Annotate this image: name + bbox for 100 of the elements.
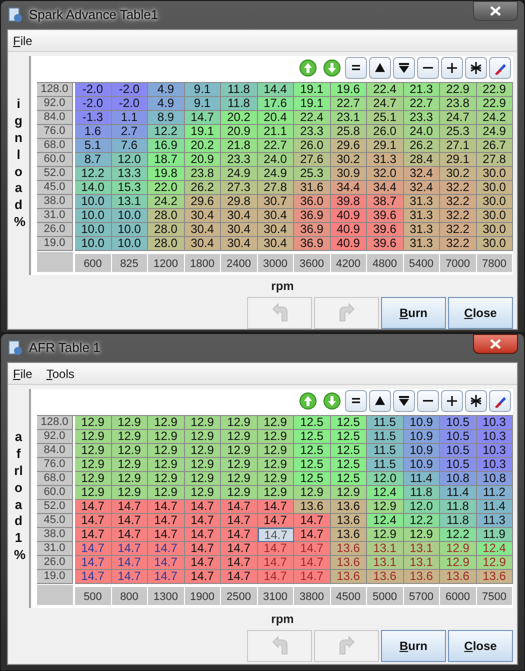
table-cell[interactable]: 29.1 <box>367 139 404 153</box>
table-cell[interactable]: 14.7 <box>148 500 184 514</box>
table-cell[interactable]: 12.9 <box>184 430 221 444</box>
table-cell[interactable]: 24.0 <box>258 153 294 167</box>
table-cell[interactable]: 31.3 <box>367 153 404 167</box>
table-cell[interactable]: 10.3 <box>476 430 513 444</box>
table-cell[interactable]: 13.6 <box>476 570 513 584</box>
table-cell[interactable]: 29.6 <box>330 139 367 153</box>
table-cell[interactable]: 14.7 <box>184 514 221 528</box>
table-cell[interactable]: 12.0 <box>367 472 404 486</box>
table-cell[interactable]: 17.6 <box>258 97 294 111</box>
table-cell[interactable]: 14.7 <box>184 500 221 514</box>
table-cell[interactable]: 12.9 <box>404 528 440 542</box>
table-cell[interactable]: 14.7 <box>148 514 184 528</box>
table-cell[interactable]: 24.2 <box>476 111 513 125</box>
table-cell[interactable]: 12.9 <box>148 430 184 444</box>
table-cell[interactable]: 12.9 <box>184 444 221 458</box>
table-cell[interactable]: 10.8 <box>440 472 476 486</box>
table-cell[interactable]: 12.9 <box>440 556 476 570</box>
table-cell[interactable]: 27.8 <box>476 153 513 167</box>
table-cell[interactable]: 20.9 <box>184 153 221 167</box>
table-cell[interactable]: 11.2 <box>476 486 513 500</box>
asterisk-button[interactable] <box>465 57 487 79</box>
table-cell[interactable]: 10.9 <box>404 458 440 472</box>
table-cell[interactable]: 29.8 <box>221 195 258 209</box>
table-cell[interactable]: 13.1 <box>367 556 404 570</box>
table-cell[interactable]: 12.9 <box>112 444 148 458</box>
table-cell[interactable]: 30.0 <box>476 195 513 209</box>
table-cell[interactable]: 21.3 <box>404 83 440 97</box>
table-cell[interactable]: 12.9 <box>75 416 112 430</box>
table-cell[interactable]: 11.8 <box>440 500 476 514</box>
down-arrow-button[interactable] <box>321 57 343 79</box>
table-cell[interactable]: 14.7 <box>184 556 221 570</box>
table-cell[interactable]: 25.3 <box>440 125 476 139</box>
table-cell[interactable]: 31.3 <box>404 195 440 209</box>
table-cell[interactable]: 12.9 <box>75 458 112 472</box>
table-cell[interactable]: 9.1 <box>184 97 221 111</box>
table-cell[interactable]: 13.6 <box>330 570 367 584</box>
table-cell[interactable]: 13.1 <box>404 556 440 570</box>
table-cell[interactable]: 2.7 <box>112 125 148 139</box>
table-cell[interactable]: 30.4 <box>258 209 294 223</box>
table-cell[interactable]: 12.9 <box>258 486 294 500</box>
table-cell[interactable]: 22.4 <box>367 83 404 97</box>
table-cell[interactable]: 12.5 <box>294 458 330 472</box>
up-arrow-button[interactable] <box>297 57 319 79</box>
table-cell[interactable]: 12.9 <box>221 416 258 430</box>
table-cell[interactable]: 12.9 <box>75 486 112 500</box>
table-cell[interactable]: 30.7 <box>258 195 294 209</box>
table-cell[interactable]: 30.0 <box>476 209 513 223</box>
table-cell[interactable]: 39.6 <box>367 209 404 223</box>
close-button[interactable] <box>473 1 518 21</box>
table-cell[interactable]: 31.3 <box>404 223 440 237</box>
table-cell[interactable]: 14.7 <box>75 528 112 542</box>
table-cell[interactable]: 31.3 <box>404 209 440 223</box>
table-cell[interactable]: 19.1 <box>184 125 221 139</box>
table-cell[interactable]: 14.7 <box>112 556 148 570</box>
table-cell[interactable]: 12.9 <box>258 416 294 430</box>
table-cell[interactable]: 30.0 <box>476 237 513 251</box>
table-cell[interactable]: 30.4 <box>258 223 294 237</box>
table-cell[interactable]: 14.7 <box>148 570 184 584</box>
table-cell[interactable]: 32.2 <box>440 209 476 223</box>
minus-button[interactable] <box>417 390 439 412</box>
table-cell[interactable]: 23.3 <box>404 111 440 125</box>
table-cell[interactable]: 10.3 <box>476 416 513 430</box>
table-cell[interactable]: 13.6 <box>440 570 476 584</box>
table-cell[interactable]: 22.9 <box>476 83 513 97</box>
table-cell[interactable]: 22.7 <box>258 139 294 153</box>
table-cell[interactable]: 14.7 <box>75 556 112 570</box>
table-cell[interactable]: 12.9 <box>258 472 294 486</box>
triangle-up-button[interactable] <box>369 57 391 79</box>
table-cell[interactable]: 12.9 <box>75 472 112 486</box>
table-cell[interactable]: 13.6 <box>330 528 367 542</box>
table-cell[interactable]: 13.6 <box>294 500 330 514</box>
table-cell[interactable]: 12.9 <box>75 444 112 458</box>
table-cell[interactable]: 10.5 <box>440 444 476 458</box>
table-cell[interactable]: 23.8 <box>440 97 476 111</box>
up-arrow-button[interactable] <box>297 390 319 412</box>
table-cell[interactable]: 10.3 <box>476 458 513 472</box>
table-cell[interactable]: 10.0 <box>112 237 148 251</box>
table-cell[interactable]: 4.9 <box>148 97 184 111</box>
table-cell[interactable]: 28.0 <box>148 237 184 251</box>
table-cell[interactable]: 10.5 <box>440 416 476 430</box>
menu-item[interactable]: File <box>13 32 32 50</box>
minus-button[interactable] <box>417 57 439 79</box>
table-cell[interactable]: 36.9 <box>294 209 330 223</box>
table-cell[interactable]: 34.4 <box>330 181 367 195</box>
table-cell[interactable]: 20.2 <box>221 111 258 125</box>
table-cell[interactable]: 32.2 <box>440 181 476 195</box>
table-cell[interactable]: 1.6 <box>75 125 112 139</box>
table-cell[interactable]: 12.0 <box>404 500 440 514</box>
table-cell[interactable]: -2.0 <box>112 97 148 111</box>
table-cell[interactable]: 12.9 <box>184 486 221 500</box>
table-cell[interactable]: 27.1 <box>440 139 476 153</box>
table-cell[interactable]: 22.9 <box>476 97 513 111</box>
table-cell[interactable]: 30.2 <box>330 153 367 167</box>
table-cell[interactable]: 22.7 <box>330 97 367 111</box>
table-cell[interactable]: 11.8 <box>440 514 476 528</box>
menu-item[interactable]: Tools <box>46 364 74 382</box>
action-button[interactable]: Close <box>448 630 513 662</box>
table-cell[interactable]: 11.4 <box>404 472 440 486</box>
